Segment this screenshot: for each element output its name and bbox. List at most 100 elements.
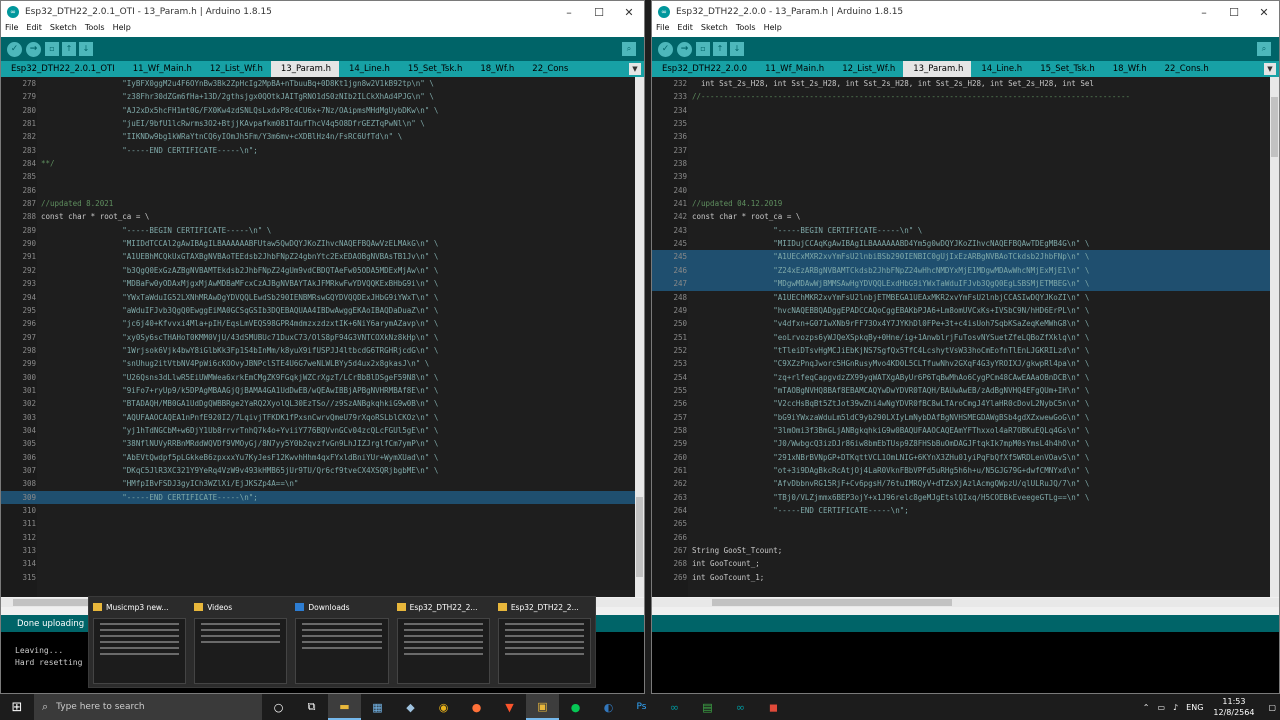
code-line[interactable]: 286 (1, 184, 635, 197)
tab-item[interactable]: 12_List_Wf.h (832, 61, 903, 77)
code-line[interactable]: 240 (652, 184, 1270, 197)
code-line[interactable]: 232 int Sst_2s_H28, int Sst_2s_H28, int … (652, 77, 1270, 90)
open-sketch-icon[interactable]: ↑ (62, 42, 76, 56)
menu-tools[interactable]: Tools (736, 23, 756, 37)
windows-start-icon[interactable]: ⊞ (0, 700, 34, 715)
code-line[interactable]: 267 String GooSt_Tcount; (652, 544, 1270, 557)
scroll-thumb[interactable] (636, 497, 643, 577)
cortana-icon[interactable]: ○ (262, 694, 295, 720)
code-line[interactable]: 297 "xy0Sy6scTHAHoT0KMM0VjU/43dSMUBUc71D… (1, 331, 635, 344)
line-app-icon[interactable]: ● (559, 694, 592, 720)
tab-item[interactable]: 18_Wf.h (470, 61, 522, 77)
calculator-icon[interactable]: ▦ (361, 694, 394, 720)
thumbnail-window[interactable]: Downloads (291, 597, 392, 687)
new-sketch-icon[interactable]: ▫ (45, 42, 59, 56)
code-line[interactable]: 284 **/ (1, 157, 635, 170)
hscroll-thumb[interactable] (712, 599, 952, 606)
tab-menu-icon[interactable]: ▼ (629, 63, 641, 75)
code-line[interactable]: 304 "yj1hTdNGCbM+w6DjY1Ub8rrvrTnhQ7k4o+Y… (1, 424, 635, 437)
code-line[interactable]: 300 "U26Qsns3dLlwR5EiUWMWea6xrkEmCMgZK9F… (1, 371, 635, 384)
code-line[interactable]: 269 int GooTcount_1; (652, 571, 1270, 584)
code-editor[interactable]: 232 int Sst_2s_H28, int Sst_2s_H28, int … (652, 77, 1270, 597)
code-line[interactable]: 257 "bG9iYWxzaWduLm5ldC9yb290LXIyLmNybDA… (652, 411, 1270, 424)
code-line[interactable]: 258 "3lmOmi3f3BmGLjANBgkqhkiG9w0BAQUFAAO… (652, 424, 1270, 437)
tab-menu-icon[interactable]: ▼ (1264, 63, 1276, 75)
notification-icon[interactable]: ▢ (1268, 703, 1276, 712)
save-sketch-icon[interactable]: ↓ (79, 42, 93, 56)
code-line[interactable]: 298 "1Wrjsok6Vjk4bwY8iGlbKk3Fp1S4bInMm/k… (1, 344, 635, 357)
edge-icon[interactable]: ◐ (592, 694, 625, 720)
code-line[interactable]: 268 int GooTcount_; (652, 557, 1270, 570)
verify-icon[interactable]: ✓ (658, 41, 673, 57)
tab-item[interactable]: 11_Wf_Main.h (755, 61, 832, 77)
thumbnail-window[interactable]: Esp32_DTH22_2... (393, 597, 494, 687)
code-line[interactable]: 253 "C9XZzPnqJworc5HGnRusyMvo4KD0L5CLTfu… (652, 357, 1270, 370)
code-line[interactable]: 260 "291xNBrBVNpGP+DTKqttVCL1OmLNIG+6KYn… (652, 451, 1270, 464)
code-line[interactable]: 280 "AJ2xDx5hcFH1mt0G/FX0Kw4zdSNLQsLxdxP… (1, 104, 635, 117)
chrome-icon[interactable]: ◉ (427, 694, 460, 720)
task-view-icon[interactable]: ⧉ (295, 694, 328, 720)
arduino-icon-2[interactable]: ∞ (724, 694, 757, 720)
code-line[interactable]: 279 "z38Fhr30dZGm6fHa+13D/2gthsjgx0QOtkJ… (1, 90, 635, 103)
code-line[interactable]: 309 "-----END CERTIFICATE-----\n"; (1, 490, 635, 504)
code-line[interactable]: 259 "J0/WwbgcQ3izDJr86iw8bmEbTUsp9Z8FHSb… (652, 437, 1270, 450)
minimize-button[interactable]: – (1189, 6, 1219, 19)
tab-item[interactable]: 22_Cons (522, 61, 576, 77)
code-line[interactable]: 264 "-----END CERTIFICATE-----\n"; (652, 504, 1270, 517)
code-line[interactable]: 294 "YWxTaWduIG52LXNhMRAwDgYDVQQLEwdSb29… (1, 291, 635, 304)
code-line[interactable]: 254 "zq+rlfeqCapgvdzZX99yqWATXgAByUr6P6T… (652, 371, 1270, 384)
save-sketch-icon[interactable]: ↓ (730, 42, 744, 56)
code-line[interactable]: 261 "ot+3i9DAgBkcRcAtjOj4LaR0VknFBbVPFd5… (652, 464, 1270, 477)
code-line[interactable]: 243 "-----BEGIN CERTIFICATE-----\n" \ (652, 224, 1270, 237)
menu-sketch[interactable]: Sketch (701, 23, 728, 37)
menu-edit[interactable]: Edit (677, 23, 693, 37)
code-line[interactable]: 293 "MDBaFw0yODAxMjgxMjAwMDBaMFcxCzAJBgN… (1, 277, 635, 290)
code-line[interactable]: 237 (652, 144, 1270, 157)
code-line[interactable]: 291 "A1UEBhMCQkUxGTAXBgNVBAoTEEdsb2JhbFN… (1, 250, 635, 263)
firefox-icon[interactable]: ● (460, 694, 493, 720)
menu-help[interactable]: Help (764, 23, 782, 37)
close-button[interactable]: ✕ (1249, 6, 1279, 19)
minimize-button[interactable]: – (554, 6, 584, 19)
code-line[interactable]: 245 "MIIDujCCAqKgAwIBAgILBAAAAAABD4Ym5g0… (652, 237, 1270, 250)
app-icon[interactable]: ◆ (394, 694, 427, 720)
code-line[interactable]: 255 "mTAOBgNVHQ8BAf8EBAMCAQYwDwYDVR0TAQH… (652, 384, 1270, 397)
code-line[interactable]: 310 (1, 504, 635, 517)
code-line[interactable]: 285 (1, 170, 635, 183)
tab-item[interactable]: 12_List_Wf.h (200, 61, 271, 77)
code-line[interactable]: 288 const char * root_ca = \ (1, 210, 635, 223)
code-line[interactable]: 252 "tTleiDTsvHgMCJiEbKjNS7SgfQx5TfC4Lcs… (652, 344, 1270, 357)
code-line[interactable]: 250 "v4dfxn+G07IwXNb9rFF73Ox4Y7JYKhDl0FP… (652, 317, 1270, 330)
code-line[interactable]: 241 //updated 04.12.2019 (652, 197, 1270, 210)
code-line[interactable]: 242 const char * root_ca = \ (652, 210, 1270, 223)
menu-file[interactable]: File (656, 23, 669, 37)
tab-item[interactable]: 14_Line.h (339, 61, 398, 77)
maximize-button[interactable]: ☐ (1219, 6, 1249, 19)
photoshop-icon[interactable]: Ps (625, 694, 658, 720)
code-line[interactable]: 234 (652, 104, 1270, 117)
code-line[interactable]: 302 "BTADAQH/MB0GA1UdDgQWBBRge2YaRQ2Xyol… (1, 397, 635, 410)
tab-item[interactable]: Esp32_DTH22_2.0.1_OTI (1, 61, 123, 77)
volume-icon[interactable]: ♪ (1173, 703, 1178, 712)
notepad-icon[interactable]: ▤ (691, 694, 724, 720)
editor-vertical-scrollbar[interactable] (635, 77, 644, 597)
code-line[interactable]: 292 "b3QgQ0ExGzAZBgNVBAMTEkdsb2JhbFNpZ24… (1, 264, 635, 277)
tab-item[interactable]: 22_Cons.h (1155, 61, 1217, 77)
menu-file[interactable]: File (5, 23, 18, 37)
code-line[interactable]: 296 "jc6j40+Kfvvxi4Mla+pIH/EqsLmVEQS98GP… (1, 317, 635, 330)
code-line[interactable]: 308 "HMfpIBvFSDJ3gyICh3WZlXi/EjJKSZp4A==… (1, 477, 635, 490)
tab-item[interactable]: 13_Param.h (903, 61, 972, 77)
code-line[interactable]: 311 (1, 517, 635, 530)
code-line[interactable]: 303 "AQUFAAOCAQEA1nPnfE920I2/7LqivjTFKDK… (1, 411, 635, 424)
thumbnail-window[interactable]: Musicmp3 new... (89, 597, 190, 687)
code-line[interactable]: 239 (652, 170, 1270, 183)
app-red-icon[interactable]: ◼ (757, 694, 790, 720)
code-line[interactable]: 281 "juEI/9bfU1lcRwrms3O2+BtjjKAvpafkm08… (1, 117, 635, 130)
code-line[interactable]: 265 (652, 517, 1270, 530)
thumbnail-window[interactable]: Videos (190, 597, 291, 687)
code-line[interactable]: 278 "IyBFX0ggM2u4F6OYnBw3Bk2ZpHcIg2MpBA+… (1, 77, 635, 90)
file-explorer-icon[interactable]: ▬ (328, 694, 361, 720)
code-line[interactable]: 249 "hvcNAQEBBQADggEPADCCAQoCggEBAKbPJA6… (652, 304, 1270, 317)
code-line[interactable]: 306 "AbEVtQwdpf5pLGkkeB6zpxxxYu7KyJesF12… (1, 451, 635, 464)
new-sketch-icon[interactable]: ▫ (696, 42, 710, 56)
